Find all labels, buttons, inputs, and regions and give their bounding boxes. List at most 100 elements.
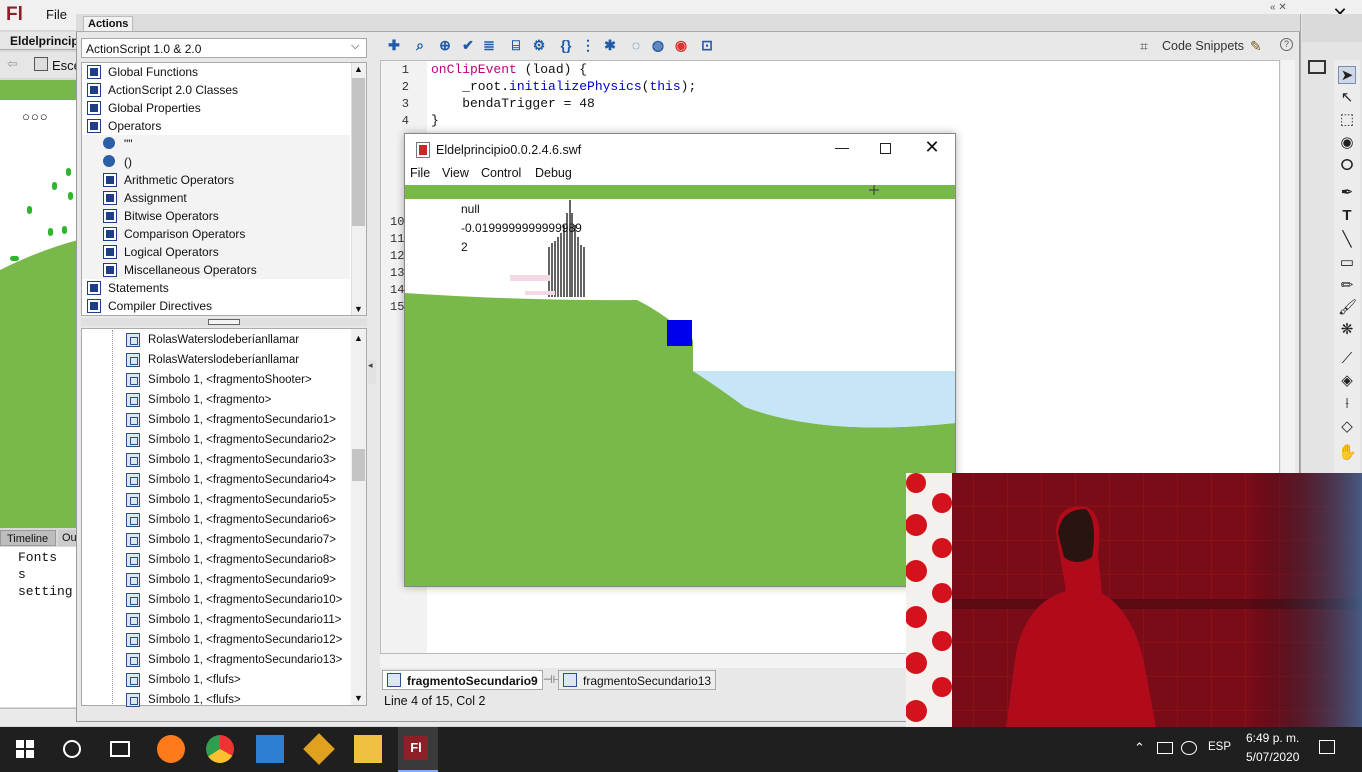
- navigator-item[interactable]: Símbolo 1, <fragmentoSecundario3>: [148, 451, 336, 469]
- scroll-up-icon[interactable]: ▲: [354, 333, 363, 343]
- scroll-down-icon[interactable]: ▼: [354, 304, 363, 314]
- navigator-item[interactable]: Símbolo 1, <fragmentoSecundario8>: [148, 551, 336, 569]
- navigator-item[interactable]: Símbolo 1, <flufs>: [148, 691, 241, 709]
- back-arrow-icon[interactable]: ⇦: [7, 56, 18, 72]
- swf-menu-debug[interactable]: Debug: [535, 166, 572, 180]
- subselection-tool-icon[interactable]: ↖: [1338, 89, 1356, 107]
- notifications-icon[interactable]: [1319, 740, 1335, 754]
- navigator-item[interactable]: Símbolo 1, <fragmentoSecundario2>: [148, 431, 336, 449]
- deco-tool-icon[interactable]: ❋: [1338, 321, 1356, 339]
- collapse-braces-icon[interactable]: {}: [558, 37, 574, 53]
- minimize-button[interactable]: —: [832, 139, 852, 155]
- navigator-item[interactable]: Símbolo 1, <flufs>: [148, 671, 241, 689]
- windows-start-icon[interactable]: [16, 740, 34, 758]
- navigator-item[interactable]: Símbolo 1, <fragmentoSecundario7>: [148, 531, 336, 549]
- stage-canvas[interactable]: [0, 100, 78, 280]
- actionscript-version-select[interactable]: ActionScript 1.0 & 2.0: [81, 38, 367, 58]
- navigator-item[interactable]: Símbolo 1, <fragmentoSecundario13>: [148, 651, 342, 669]
- firefox-icon[interactable]: [157, 735, 185, 763]
- rectangle-tool-icon[interactable]: ▭: [1338, 254, 1356, 272]
- navigator-item[interactable]: Símbolo 1, <fragmentoSecundario12>: [148, 631, 342, 649]
- file-tab[interactable]: fragmentoSecundario13: [558, 670, 717, 690]
- code-snippets-button[interactable]: Code Snippets: [1162, 39, 1244, 53]
- lasso-icon[interactable]: ⵔ: [1338, 157, 1356, 175]
- line-comment-icon[interactable]: ◍: [650, 37, 666, 53]
- help-icon[interactable]: ?: [1280, 38, 1293, 51]
- toolbox-item[interactable]: Operators: [108, 117, 161, 135]
- eraser-icon[interactable]: ◇: [1338, 418, 1356, 436]
- find-icon[interactable]: ⌕: [412, 37, 428, 53]
- block-comment-icon[interactable]: ◌: [628, 37, 644, 53]
- add-statement-icon[interactable]: ✚: [386, 37, 402, 53]
- divider-handle[interactable]: [208, 319, 240, 325]
- toolbox-scroll-thumb[interactable]: [352, 78, 365, 226]
- navigator-scroll-thumb[interactable]: [352, 449, 365, 481]
- navigator-item[interactable]: Símbolo 1, <fragmentoSecundario6>: [148, 511, 336, 529]
- search-icon[interactable]: [63, 740, 81, 758]
- navigator-item[interactable]: Símbolo 1, <fragmentoSecundario1>: [148, 411, 336, 429]
- toolbox-item[interactable]: Bitwise Operators: [124, 207, 219, 225]
- paint-bucket-icon[interactable]: ◈: [1338, 372, 1356, 390]
- pen-tool-icon[interactable]: ✒: [1338, 184, 1356, 202]
- navigator-scrollbar[interactable]: [351, 329, 366, 705]
- toolbox-item[interactable]: Arithmetic Operators: [124, 171, 234, 189]
- tab-timeline[interactable]: Timeline: [0, 530, 56, 546]
- clock-date[interactable]: 5/07/2020: [1246, 750, 1299, 764]
- collapse-selection-icon[interactable]: ⋮: [580, 37, 596, 53]
- volume-muted-icon[interactable]: [1181, 741, 1197, 755]
- brush-tool-icon[interactable]: 🖌: [1338, 299, 1357, 317]
- language-indicator[interactable]: ESP: [1208, 741, 1231, 753]
- toolbox-item[interactable]: Global Properties: [108, 99, 201, 117]
- script-assist-icon[interactable]: ✎: [1250, 38, 1262, 55]
- navigator-item[interactable]: Símbolo 1, <fragmentoShooter>: [148, 371, 312, 389]
- bone-tool-icon[interactable]: ⟋: [1338, 350, 1356, 368]
- hand-tool-icon[interactable]: ✋: [1338, 444, 1357, 462]
- toolbox-item[interactable]: Statements: [108, 279, 169, 297]
- chrome-icon[interactable]: [206, 735, 234, 763]
- toolbox-item[interactable]: "": [124, 135, 133, 153]
- eyedropper-icon[interactable]: ⟊: [1338, 395, 1356, 413]
- swf-menu-file[interactable]: File: [410, 166, 430, 180]
- toolbox-item[interactable]: Assignment: [124, 189, 187, 207]
- toolbox-item[interactable]: Comparison Operators: [124, 225, 245, 243]
- video-editor-icon[interactable]: [256, 735, 284, 763]
- chevron-down-icon[interactable]: ⌵: [351, 40, 359, 53]
- debug-options-icon[interactable]: ⚙: [531, 37, 547, 53]
- navigator-item[interactable]: Símbolo 1, <fragmentoSecundario11>: [148, 611, 342, 629]
- expand-all-icon[interactable]: ✱: [602, 37, 618, 53]
- selection-tool-icon[interactable]: ➤: [1338, 66, 1356, 84]
- clock-time[interactable]: 6:49 p. m.: [1246, 731, 1299, 745]
- scroll-up-icon[interactable]: ▲: [354, 64, 363, 74]
- file-tab-active[interactable]: fragmentoSecundario9: [382, 670, 543, 690]
- 3d-rotation-icon[interactable]: ◉: [1338, 134, 1356, 152]
- properties-icon[interactable]: [1308, 60, 1326, 74]
- navigator-item[interactable]: Símbolo 1, <fragmentoSecundario10>: [148, 591, 342, 609]
- navigator-item[interactable]: Símbolo 1, <fragmento>: [148, 391, 271, 409]
- maximize-button[interactable]: [880, 143, 891, 154]
- toolbox-item[interactable]: Miscellaneous Operators: [124, 261, 257, 279]
- swf-menu-control[interactable]: Control: [481, 166, 521, 180]
- free-transform-icon[interactable]: ⬚: [1338, 111, 1356, 129]
- swf-menu-view[interactable]: View: [442, 166, 469, 180]
- pencil-tool-icon[interactable]: ✏: [1338, 277, 1356, 295]
- navigator-item[interactable]: RolasWaterslodeberíanllamar: [148, 331, 299, 349]
- tab-output[interactable]: Ou: [58, 530, 78, 546]
- target-path-icon[interactable]: ⊕: [437, 37, 453, 53]
- chevron-up-icon[interactable]: ⌃: [1134, 740, 1145, 756]
- network-icon[interactable]: [1157, 742, 1173, 754]
- navigator-item[interactable]: Símbolo 1, <fragmentoSecundario5>: [148, 491, 336, 509]
- document-tab[interactable]: Eldelprincipi: [0, 32, 82, 50]
- close-button[interactable]: ✕: [920, 137, 944, 158]
- panel-collapse-icon[interactable]: « ✕: [1270, 2, 1287, 13]
- code-hint-icon[interactable]: ⌸: [508, 37, 524, 53]
- actions-panel-title[interactable]: Actions: [83, 16, 134, 31]
- task-view-icon[interactable]: [110, 741, 130, 757]
- navigator-item[interactable]: Símbolo 1, <fragmentoSecundario9>: [148, 571, 336, 589]
- line-tool-icon[interactable]: ╲: [1338, 231, 1356, 249]
- text-tool-icon[interactable]: T: [1338, 207, 1356, 225]
- navigator-item[interactable]: Símbolo 1, <fragmentoSecundario4>: [148, 471, 336, 489]
- check-syntax-icon[interactable]: ✔: [460, 37, 476, 53]
- toolbox-item[interactable]: (): [124, 153, 132, 171]
- toolbox-item[interactable]: Logical Operators: [124, 243, 219, 261]
- auto-format-icon[interactable]: ≣: [481, 37, 497, 53]
